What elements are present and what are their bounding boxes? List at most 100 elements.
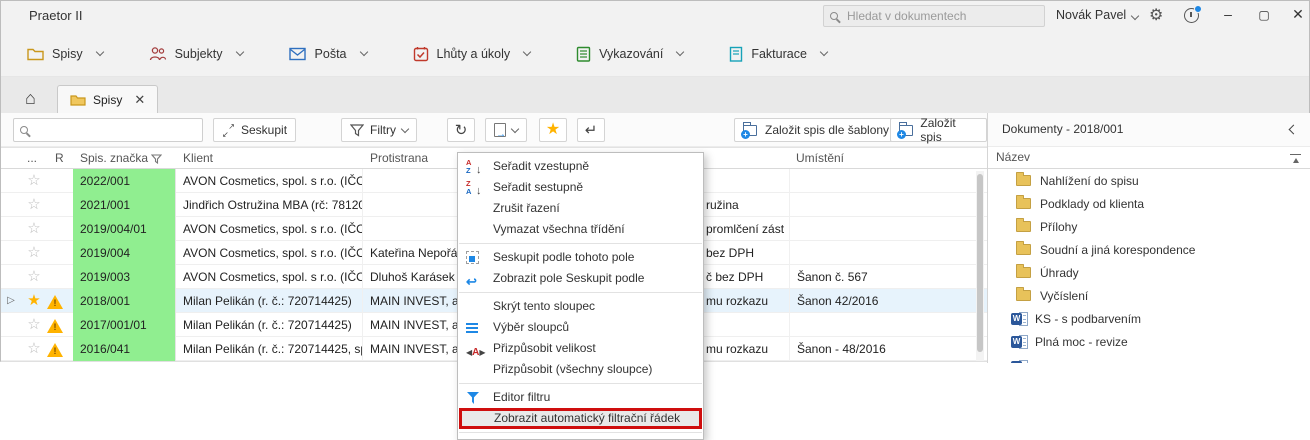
chevron-down-icon — [235, 48, 243, 56]
minimize-button[interactable]: – — [1213, 6, 1243, 22]
favorite-star-icon[interactable]: ☆ — [21, 193, 47, 217]
list-item[interactable]: Podklady od klienta — [988, 192, 1310, 215]
title-bar: Praetor II Novák Pavel ⚙ – ▢ ✕ — [1, 1, 1309, 31]
menu-item-clear-all-sorting[interactable]: Vymazat všechna třídění — [458, 219, 703, 240]
col-more[interactable]: ... — [27, 151, 37, 165]
user-menu[interactable]: Novák Pavel — [1056, 8, 1138, 22]
col-location[interactable]: Umístění — [796, 151, 844, 165]
group-panel-arrow-icon: ↩ — [466, 271, 477, 292]
maximize-button[interactable]: ▢ — [1249, 8, 1279, 22]
scrollbar-thumb[interactable] — [977, 174, 983, 352]
search-icon — [20, 126, 28, 134]
case-number: 2019/004/01 — [73, 217, 176, 241]
list-item[interactable]: WPlná moc - revize — [988, 330, 1310, 353]
column-filter-icon[interactable] — [151, 154, 162, 164]
menu-lhuty[interactable]: Lhůty a úkoly — [413, 46, 531, 62]
group-button[interactable]: ↗↙ Seskupit — [213, 118, 296, 142]
favorite-star-icon[interactable]: ☆ — [21, 337, 47, 361]
user-name: Novák Pavel — [1056, 8, 1126, 22]
notification-dot — [1194, 5, 1202, 13]
new-case-button[interactable]: + Založit spis — [890, 118, 987, 142]
menu-separator — [459, 383, 702, 384]
col-case[interactable]: Spis. značka — [80, 151, 148, 165]
case-number: 2019/004 — [73, 241, 176, 265]
documents-column-header[interactable]: Název — [988, 147, 1310, 169]
menu-subjekty[interactable]: Subjekty — [149, 46, 243, 61]
list-item[interactable]: WKS - s podbarvením — [988, 307, 1310, 330]
menu-spisy[interactable]: Spisy — [27, 46, 103, 61]
menu-item-show-auto-filter-row[interactable]: Zobrazit automatický filtrační řádek — [459, 408, 702, 429]
folder-icon — [70, 93, 86, 106]
home-icon[interactable]: ⌂ — [25, 89, 36, 107]
filter-editor-icon — [467, 392, 479, 404]
favorite-star-icon[interactable]: ☆ — [21, 169, 47, 193]
invoice-icon — [729, 46, 743, 62]
documents-panel-header: Dokumenty - 2018/001 — [988, 113, 1310, 147]
col-opponent[interactable]: Protistrana — [370, 151, 428, 165]
new-case-template-button[interactable]: + Založit spis dle šablony — [734, 118, 910, 142]
favorite-star-icon[interactable]: ☆ — [21, 217, 47, 241]
list-item[interactable]: Úhrady — [988, 261, 1310, 284]
menu-vykazovani[interactable]: Vykazování — [576, 46, 683, 62]
favorite-star-icon[interactable]: ☆ — [21, 313, 47, 337]
tab-close-icon[interactable]: ✕ — [134, 92, 145, 108]
favorite-button[interactable]: ★ — [539, 118, 567, 142]
case-number: 2018/001 — [73, 289, 176, 313]
new-folder-icon: + — [743, 124, 759, 137]
global-search[interactable] — [823, 5, 1045, 27]
documents-list: Nahlížení do spisu Podklady od klienta P… — [988, 169, 1310, 363]
enter-button[interactable]: ↵ — [577, 118, 605, 142]
list-item[interactable]: Přílohy — [988, 215, 1310, 238]
list-item[interactable]: Soudní a jiná korespondence — [988, 238, 1310, 261]
list-item-partial — [988, 355, 1310, 363]
search-icon — [830, 12, 838, 20]
expand-row-icon[interactable]: ▷ — [1, 289, 21, 313]
list-item[interactable]: Vyčíslení — [988, 284, 1310, 307]
menu-posta[interactable]: Pošta — [289, 47, 367, 61]
documents-panel: Dokumenty - 2018/001 Název Nahlížení do … — [987, 113, 1310, 363]
sort-icon[interactable] — [1290, 154, 1301, 163]
chevron-down-icon — [95, 48, 103, 56]
export-icon — [494, 123, 506, 137]
word-document-icon: W — [1011, 312, 1028, 326]
menu-bar: Spisy Subjekty Pošta Lhůty a úkoly Vykaz… — [1, 31, 1309, 77]
refresh-button[interactable]: ↻ — [447, 118, 475, 142]
menu-item-sort-descending[interactable]: ZA↓ Seřadit sestupně — [458, 177, 703, 198]
menu-item-clear-sorting[interactable]: Zrušit řazení — [458, 198, 703, 219]
filters-button[interactable]: Filtry — [341, 118, 417, 142]
case-number: 2022/001 — [73, 169, 176, 193]
collapse-panel-icon[interactable] — [1289, 125, 1299, 135]
menu-item-sort-ascending[interactable]: AZ↓ Seřadit vzestupně — [458, 156, 703, 177]
menu-item-column-chooser[interactable]: Výběr sloupců — [458, 317, 703, 338]
menu-item-filter-editor[interactable]: Editor filtru — [458, 387, 703, 408]
menu-fakturace[interactable]: Fakturace — [729, 46, 827, 62]
menu-item-best-fit-all[interactable]: Přizpůsobit (všechny sloupce) — [458, 359, 703, 380]
tab-spisy[interactable]: Spisy ✕ — [57, 85, 158, 113]
favorite-star-icon[interactable]: ☆ — [21, 265, 47, 289]
menu-item-best-fit[interactable]: ◀A▶ Přizpůsobit velikost — [458, 338, 703, 359]
chevron-down-icon — [401, 124, 409, 132]
menu-item-show-group-panel[interactable]: ↩ Zobrazit pole Seskupit podle — [458, 268, 703, 289]
table-search[interactable] — [13, 118, 203, 142]
export-button[interactable] — [485, 118, 527, 142]
col-r[interactable]: R — [55, 151, 64, 165]
menu-item-hide-column[interactable]: Skrýt tento sloupec — [458, 296, 703, 317]
favorite-star-icon[interactable]: ★ — [21, 289, 47, 313]
warning-icon — [47, 343, 63, 357]
chevron-down-icon — [523, 48, 531, 56]
list-item[interactable]: Nahlížení do spisu — [988, 169, 1310, 192]
close-button[interactable]: ✕ — [1283, 6, 1310, 23]
column-context-menu: AZ↓ Seřadit vzestupně ZA↓ Seřadit sestup… — [457, 152, 704, 440]
favorite-star-icon[interactable]: ☆ — [21, 241, 47, 265]
group-by-icon — [466, 251, 479, 264]
clipboard-icon — [576, 46, 591, 62]
table-scrollbar[interactable] — [976, 171, 984, 361]
chevron-down-icon — [820, 48, 828, 56]
table-search-input[interactable] — [35, 122, 196, 138]
global-search-input[interactable] — [845, 8, 1038, 24]
col-client[interactable]: Klient — [183, 151, 213, 165]
menu-item-group-by-field[interactable]: Seskupit podle tohoto pole — [458, 247, 703, 268]
status-clock-icon[interactable] — [1184, 8, 1199, 23]
collapse-arrows-icon: ↗↙ — [222, 124, 235, 137]
settings-gear-icon[interactable]: ⚙ — [1149, 5, 1163, 25]
